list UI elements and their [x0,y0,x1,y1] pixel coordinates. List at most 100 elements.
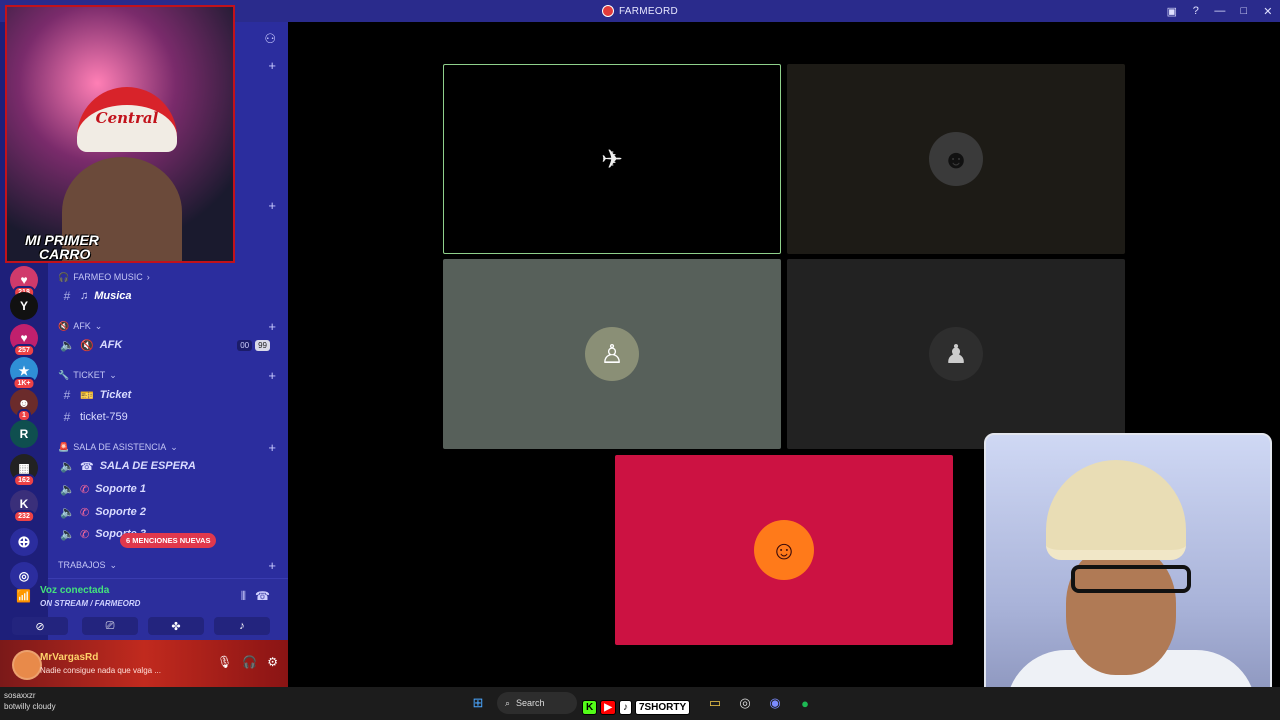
add-channel-icon[interactable]: + [268,198,276,213]
category-ticket[interactable]: 🔧 TICKET ⌄ [58,367,117,383]
add-channel-icon[interactable]: + [268,440,276,455]
server-icon[interactable]: ♥218 [10,266,38,299]
category-label: SALA DE ASISTENCIA [73,442,167,452]
alarm-icon: 🚨 [58,441,70,452]
microphone-icon[interactable]: 🎙 [217,655,232,669]
add-friend-icon[interactable]: ⚇ [264,31,276,47]
chevron-down-icon: ⌄ [109,369,117,380]
guest-webcam [984,433,1272,720]
hash-icon: # [63,289,71,303]
server-icon[interactable]: ☻ 1 [10,389,38,422]
chevron-down-icon: ⌄ [170,441,178,452]
server-badge: 257 [13,344,35,357]
channel-ticket[interactable]: # 🎫 Ticket [56,385,280,405]
channel-label: SALA DE ESPERA [99,460,196,472]
noise-suppression-icon[interactable]: ⦀ [241,589,246,604]
chevron-down-icon: ⌄ [109,559,118,570]
camera-off-button[interactable]: ⊘ [12,617,68,635]
category-trabajos[interactable]: TRABAJOS ⌄ [58,557,117,573]
server-badge: 162 [13,474,35,487]
ticket-icon: 🎫 [80,389,94,402]
kick-icon: K [582,699,598,715]
add-channel-icon[interactable]: + [268,319,276,334]
activities-button[interactable]: ✤ [148,617,204,635]
server-icon[interactable]: R [10,420,38,448]
server-icon[interactable]: K 232 [10,490,38,523]
channel-label: Ticket [99,389,132,401]
category-label: TRABAJOS [58,560,106,570]
channel-label: ticket-759 [80,411,128,423]
gear-icon[interactable]: ⚙ [267,655,278,669]
streamer-social-tag: K ▶ ♪ 7SHORTY [582,698,691,716]
channel-ticket-759[interactable]: # ticket-759 [56,407,280,427]
username[interactable]: MrVargasRd [40,652,98,663]
voice-connected-panel: 📶 Voz conectada ON STREAM / FARMEORD ⦀ ☎… [12,578,288,641]
inbox-icon[interactable]: ▣ [1160,0,1184,22]
server-icon[interactable]: ▦ 162 [10,454,38,487]
headphones-icon[interactable]: 🎧 [242,655,257,669]
window-title: FARMEORD [618,5,679,17]
avatar[interactable] [12,650,42,680]
user-panel: MrVargasRd Nadie consigue nada que valga… [0,640,288,687]
category-sala-de-asistencia[interactable]: 🚨 SALA DE ASISTENCIA ⌄ [58,439,178,455]
help-icon[interactable]: ? [1184,0,1208,22]
taskbar-chat-preview: sosaxxzr botwilly cloudy [4,691,56,711]
chevron-down-icon: ⌄ [94,320,103,331]
channel-sala-de-espera[interactable]: 🔈 ☎ SALA DE ESPERA [56,456,280,476]
disconnect-icon[interactable]: ☎ [255,589,270,603]
window-controls: ▣ ? — □ ✕ [1160,0,1280,22]
tiktok-icon: ♪ [618,699,632,715]
maximize-button[interactable]: □ [1232,0,1256,22]
signal-icon: 📶 [16,589,31,603]
voice-status[interactable]: Voz conectada [40,585,109,596]
close-button[interactable]: ✕ [1256,0,1280,22]
category-farmeo-music[interactable]: 🎧 FARMEO MUSIC › [58,269,150,285]
screen-share-icon: ⎚ [105,619,115,632]
streamer-webcam: Central MI PRIMER CARRO [5,5,235,263]
video-tile[interactable]: ✈ [443,64,781,254]
headphones-icon: 🎧 [58,271,70,282]
speaker-icon: 🔈 [60,459,75,473]
server-icon[interactable]: ♥ 257 [10,324,38,357]
channel-soporte-2[interactable]: 🔈 ✆ Soporte 2 [56,502,280,522]
spotify-icon[interactable]: ● [794,692,816,714]
channel-musica[interactable]: # ♫ Musica [56,286,280,306]
windows-start-icon[interactable]: ⊞ [467,692,489,714]
video-tile[interactable]: ♙ [443,259,781,449]
new-mentions-badge[interactable]: 6 MENCIONES NUEVAS [120,533,217,548]
app-logo-icon [601,5,614,17]
user-status: Nadie consigue nada que valga ... [40,666,161,675]
minimize-button[interactable]: — [1208,0,1232,22]
chrome-icon[interactable]: ◎ [734,692,756,714]
search-input[interactable]: ⌕ Search [497,692,577,714]
video-tile[interactable]: ☻ [787,64,1125,254]
file-explorer-icon[interactable]: ▭ [704,692,726,714]
channel-label: Soporte 1 [95,483,146,495]
add-channel-icon[interactable]: + [268,368,276,383]
activities-icon: ✤ [171,620,181,633]
channel-label: Soporte 2 [95,506,146,518]
category-afk[interactable]: 🔇 AFK ⌄ [58,318,102,334]
add-server-icon[interactable]: ⊕ [10,528,38,556]
overlay-caption: MI PRIMER CARRO [25,232,99,262]
music-note-icon: ♫ [80,290,89,302]
add-channel-icon[interactable]: + [268,558,276,573]
discover-icon[interactable]: ◎ [10,562,38,590]
soundboard-button[interactable]: ♪ [214,617,270,635]
channel-soporte-1[interactable]: 🔈 ✆ Soporte 1 [56,479,280,499]
server-icon[interactable]: Y [10,292,38,320]
server-icon[interactable]: ★ 1K+ [10,357,38,390]
participant-avatar: ♟ [929,327,983,381]
app-title: FARMEORD [601,5,679,17]
mute-icon: 🔇 [58,320,70,331]
add-channel-icon[interactable]: + [268,58,276,73]
voice-subtitle: ON STREAM / FARMEORD [40,599,141,608]
category-label: FARMEO MUSIC [73,272,143,282]
screen-share-button[interactable]: ⎚ [82,617,138,635]
video-tile[interactable]: ☺ [615,455,953,645]
phone-icon: ✆ [80,483,90,496]
channel-afk[interactable]: 🔈 🔇 AFK 00 99 [56,335,280,355]
video-tile[interactable]: ♟ [787,259,1125,449]
discord-icon[interactable]: ◉ [764,692,786,714]
search-label: Search [516,698,545,708]
